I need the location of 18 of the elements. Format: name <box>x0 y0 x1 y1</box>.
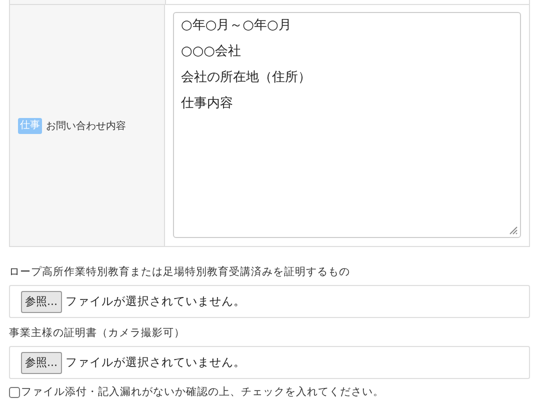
file-input[interactable]: 参照... ファイルが選択されていません。 <box>9 285 530 318</box>
resize-grip-icon[interactable] <box>509 226 518 235</box>
inquiry-textarea[interactable]: ○年○月～○年○月 ○○○会社 会社の所在地（住所） 仕事内容 <box>173 12 521 238</box>
text-line: ○○○会社 <box>181 43 242 61</box>
text-line: 会社の所在地（住所） <box>181 69 311 87</box>
confirm-label: ファイル添付・記入漏れがないか確認の上、チェックを入れてください。 <box>21 385 384 399</box>
file-input[interactable]: 参照... ファイルが選択されていません。 <box>9 346 530 379</box>
browse-button[interactable]: 参照... <box>21 290 62 312</box>
category-badge: 仕事 <box>18 118 42 134</box>
upload-label: ロープ高所作業特別教育または足場特別教育受講済みを証明するもの <box>9 265 351 279</box>
browse-button[interactable]: 参照... <box>21 352 62 374</box>
text-line: 仕事内容 <box>181 95 233 113</box>
upload-label: 事業主様の証明書（カメラ撮影可） <box>9 326 186 340</box>
confirm-checkbox[interactable] <box>9 386 20 398</box>
field-label: お問い合わせ内容 <box>46 120 126 132</box>
text-line: ○年○月～○年○月 <box>181 17 292 35</box>
file-status: ファイルが選択されていません。 <box>66 355 246 370</box>
file-status: ファイルが選択されていません。 <box>66 294 246 309</box>
